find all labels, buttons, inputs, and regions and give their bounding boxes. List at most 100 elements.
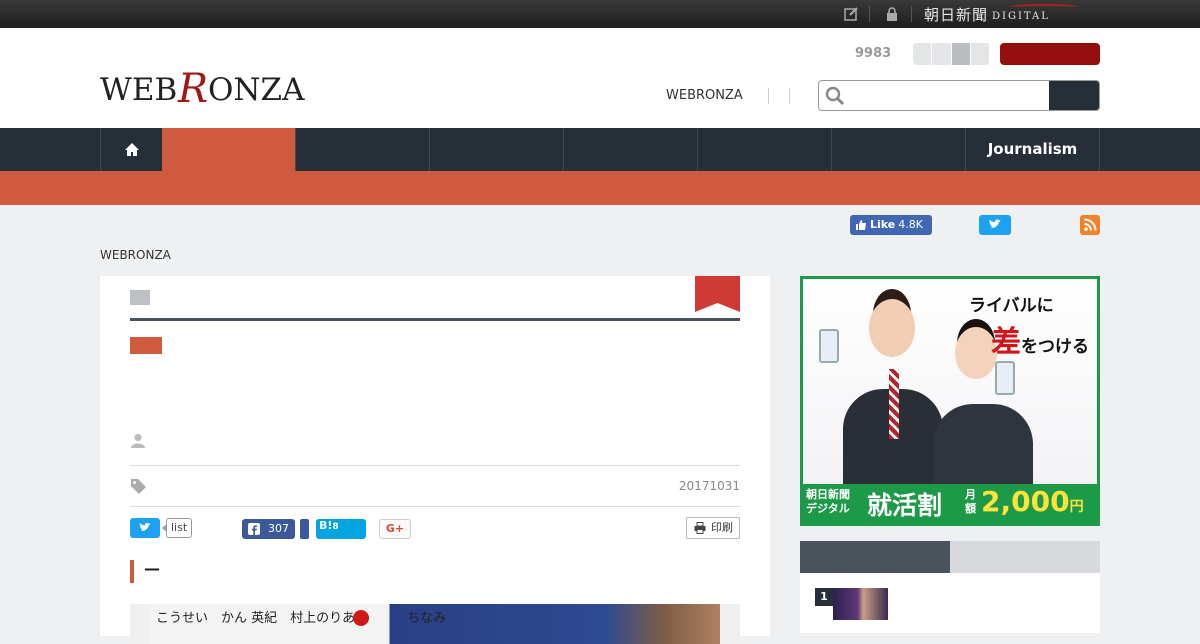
nav-item-active[interactable] — [162, 128, 295, 171]
print-label: 印刷 — [711, 521, 733, 534]
ranking-thumbnail[interactable] — [833, 588, 888, 620]
twitter-icon — [139, 522, 151, 532]
divider — [130, 506, 740, 507]
font-size-switcher[interactable] — [913, 43, 990, 65]
thumbs-up-icon — [856, 220, 866, 230]
fb-like-count: 4.8K — [898, 218, 923, 231]
ad-headline-rest: をつける — [1021, 337, 1089, 357]
search-button[interactable] — [1049, 81, 1099, 110]
divider — [130, 465, 740, 466]
print-button[interactable]: 印刷 — [686, 517, 740, 539]
ad-person-tie — [889, 369, 899, 439]
search-input[interactable] — [853, 85, 1043, 107]
smartphone-image — [995, 361, 1015, 395]
nav-item[interactable] — [831, 128, 965, 171]
twitter-list-bubble[interactable]: list — [161, 518, 193, 538]
webronza-logo[interactable]: WEB R ONZA — [100, 64, 322, 110]
facebook-icon — [248, 523, 260, 535]
site-header: WEB R ONZA 9983 WEBRONZA — [0, 28, 1200, 128]
nav-item[interactable] — [697, 128, 831, 171]
ad-person-suit — [933, 404, 1033, 494]
genre-tag[interactable] — [130, 337, 162, 354]
main-nav: Journalism — [0, 128, 1200, 171]
hatena-bookmark-button[interactable]: B!8 — [316, 519, 366, 539]
font-size-small[interactable] — [913, 43, 933, 65]
svg-text:ONZA: ONZA — [208, 72, 305, 108]
sub-nav — [0, 171, 1200, 205]
breadcrumb[interactable]: WEBRONZA — [100, 248, 171, 262]
hatena-count: 8 — [332, 522, 339, 532]
ad-price-unit: 円 — [1069, 499, 1084, 515]
heading-marker — [130, 560, 134, 583]
ad-headline-2: 差をつける — [991, 317, 1089, 361]
category-badge[interactable] — [130, 290, 150, 305]
ad-price-value: 2,000 — [981, 485, 1070, 518]
article-photo[interactable]: こうせい かん 英紀 村上のりあつ ちなみ — [130, 604, 740, 644]
ranking-tabs — [800, 541, 1100, 573]
logo-swoosh — [1010, 4, 1078, 10]
nav-home[interactable] — [100, 128, 162, 171]
bookmark-ribbon[interactable] — [695, 276, 740, 312]
ranking-tab-active[interactable] — [800, 541, 950, 573]
ad-brand-line-2: デジタル — [806, 502, 850, 515]
hatena-label: B! — [319, 519, 333, 532]
twitter-icon — [989, 219, 1001, 229]
divider — [789, 88, 790, 104]
ad-photo: ライバルに 差をつける — [803, 279, 1097, 494]
svg-text:R: R — [177, 66, 208, 110]
ranking-list: 1 — [800, 573, 1100, 633]
divider — [869, 6, 870, 22]
person-icon — [131, 433, 145, 448]
section-heading: — — [144, 559, 160, 578]
fb-like-label: Like — [870, 218, 896, 231]
ad-brand-line-1: 朝日新聞 — [806, 488, 850, 501]
search-box[interactable] — [818, 80, 1100, 111]
font-size-large[interactable] — [951, 43, 971, 65]
ad-offer: 就活割 — [867, 491, 943, 520]
font-size-xlarge[interactable] — [970, 43, 990, 65]
top-bar: 朝日新聞 DIGITAL — [0, 0, 1200, 28]
title-rule — [130, 318, 740, 321]
ad-price-label-1: 月 — [965, 488, 976, 501]
rank-number: 1 — [815, 588, 833, 606]
ranking-tab[interactable] — [950, 541, 1100, 573]
facebook-share-count: 307 — [268, 522, 289, 535]
brand-name: 朝日新聞 — [924, 6, 989, 24]
article-date: 20171031 — [678, 479, 740, 493]
advertisement-banner[interactable]: ライバルに 差をつける 朝日新聞 デジタル 就活割 月額 2,000円 — [800, 276, 1100, 526]
rss-icon — [1084, 218, 1097, 231]
printer-icon — [694, 522, 706, 534]
login-button[interactable] — [1000, 43, 1100, 65]
nav-item[interactable] — [429, 128, 563, 171]
article-card: 20171031 list 307 B!8 G+ 印刷 — こうせい かん 英紀… — [100, 276, 770, 644]
divider — [768, 88, 769, 104]
ad-price: 2,000円 — [981, 485, 1084, 518]
lock-icon[interactable] — [884, 6, 900, 22]
divider — [911, 6, 912, 22]
facebook-small-button[interactable] — [300, 519, 309, 539]
twitter-button[interactable] — [979, 215, 1011, 235]
twitter-share-button[interactable] — [130, 518, 160, 538]
tag-icon — [131, 479, 146, 494]
facebook-share-button[interactable]: 307 — [242, 519, 295, 539]
ad-offer-bar: 朝日新聞 デジタル 就活割 月額 2,000円 — [803, 484, 1097, 523]
facebook-like-button[interactable]: Like 4.8K — [850, 215, 932, 235]
smartphone-image — [819, 329, 839, 363]
header-link-webronza[interactable]: WEBRONZA — [666, 88, 743, 103]
nav-item[interactable] — [563, 128, 697, 171]
rose-decoration — [353, 610, 369, 626]
svg-text:WEB: WEB — [100, 72, 177, 108]
ad-headline-emphasis: 差 — [991, 325, 1021, 360]
search-icon — [825, 86, 845, 106]
nav-item-journalism[interactable]: Journalism — [965, 128, 1100, 171]
home-icon — [125, 143, 139, 156]
font-size-medium[interactable] — [932, 43, 952, 65]
brand-sub: DIGITAL — [992, 11, 1050, 22]
nav-item[interactable] — [295, 128, 429, 171]
rss-button[interactable] — [1080, 215, 1100, 235]
google-plus-button[interactable]: G+ — [379, 519, 411, 539]
ad-price-label: 月額 — [965, 488, 976, 516]
ad-person-head — [869, 299, 915, 357]
ad-brand: 朝日新聞 デジタル — [806, 488, 850, 516]
edit-icon[interactable] — [843, 6, 859, 22]
